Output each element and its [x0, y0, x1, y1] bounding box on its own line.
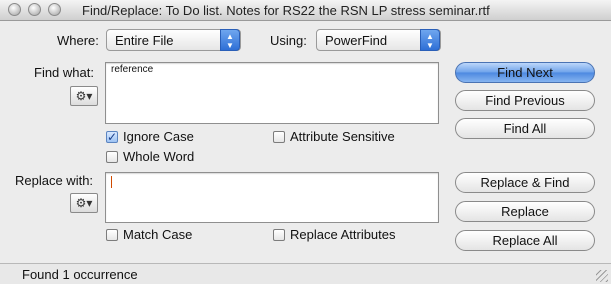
find-replace-window: Find/Replace: To Do list. Notes for RS22…	[0, 0, 611, 284]
status-text: Found 1 occurrence	[22, 267, 138, 282]
find-gear-menu-button[interactable]: ⚙▾	[70, 86, 98, 106]
match-case-checkbox[interactable]: Match Case	[106, 227, 192, 242]
whole-word-checkbox[interactable]: Whole Word	[106, 149, 194, 164]
find-what-field[interactable]: reference	[105, 62, 439, 124]
checkbox-icon	[273, 228, 285, 241]
up-down-arrows-icon: ▲ ▼	[420, 29, 440, 51]
find-all-button[interactable]: Find All	[455, 118, 595, 139]
where-value: Entire File	[115, 33, 174, 48]
replace-with-field[interactable]	[105, 172, 439, 223]
find-previous-button[interactable]: Find Previous	[455, 90, 595, 111]
gear-icon: ⚙▾	[75, 89, 93, 103]
zoom-window-button[interactable]	[48, 3, 61, 16]
using-popup[interactable]: PowerFind ▲ ▼	[316, 29, 441, 51]
close-window-button[interactable]	[8, 3, 21, 16]
using-value: PowerFind	[325, 33, 388, 48]
status-bar: Found 1 occurrence	[0, 263, 611, 284]
where-label: Where:	[57, 33, 99, 48]
checkbox-icon	[273, 130, 285, 143]
text-caret	[111, 176, 112, 188]
where-popup[interactable]: Entire File ▲ ▼	[106, 29, 241, 51]
replace-all-button[interactable]: Replace All	[455, 230, 595, 251]
minimize-window-button[interactable]	[28, 3, 41, 16]
ignore-case-checkbox[interactable]: ✓ Ignore Case	[106, 129, 194, 144]
using-label: Using:	[270, 33, 307, 48]
find-what-text: reference	[111, 64, 154, 75]
gear-icon: ⚙▾	[75, 196, 93, 210]
checkbox-icon	[106, 228, 118, 241]
checkbox-icon	[106, 150, 118, 163]
window-title: Find/Replace: To Do list. Notes for RS22…	[82, 3, 490, 18]
match-case-label: Match Case	[123, 227, 193, 242]
checkbox-checked-icon: ✓	[106, 129, 118, 144]
replace-attributes-label: Replace Attributes	[290, 227, 396, 242]
ignore-case-label: Ignore Case	[123, 129, 194, 144]
replace-gear-menu-button[interactable]: ⚙▾	[70, 193, 98, 213]
replace-attributes-checkbox[interactable]: Replace Attributes	[273, 227, 396, 242]
find-what-label: Find what:	[34, 65, 94, 80]
replace-button[interactable]: Replace	[455, 201, 595, 222]
title-bar[interactable]: Find/Replace: To Do list. Notes for RS22…	[0, 0, 611, 21]
attribute-sensitive-label: Attribute Sensitive	[290, 129, 395, 144]
whole-word-label: Whole Word	[123, 149, 195, 164]
find-next-button[interactable]: Find Next	[455, 62, 595, 83]
replace-with-label: Replace with:	[15, 173, 94, 188]
replace-and-find-button[interactable]: Replace & Find	[455, 172, 595, 193]
up-down-arrows-icon: ▲ ▼	[220, 29, 240, 51]
resize-grip-icon[interactable]	[596, 270, 608, 282]
attribute-sensitive-checkbox[interactable]: Attribute Sensitive	[273, 129, 395, 144]
